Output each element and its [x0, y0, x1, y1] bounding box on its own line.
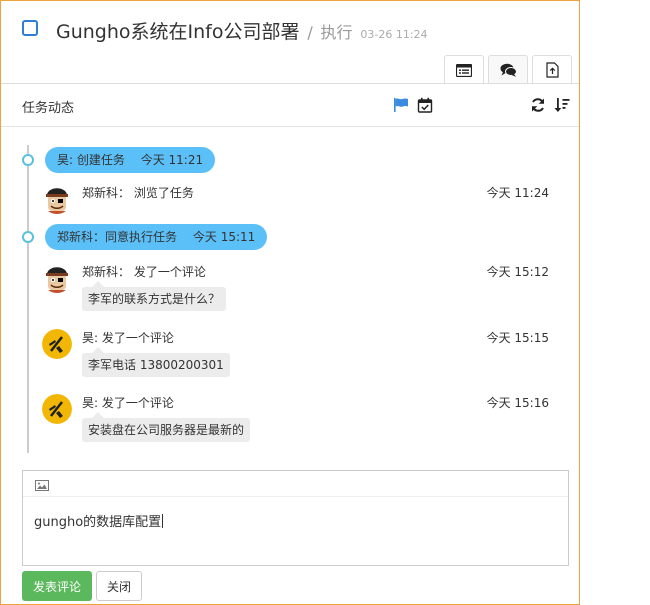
comment-input-text: gungho的数据库配置	[34, 515, 162, 530]
task-status: 执行	[320, 23, 353, 42]
image-icon[interactable]	[35, 480, 49, 491]
close-button[interactable]: 关闭	[96, 571, 142, 601]
activity-entry: 郑新科： 浏览了任务 今天 11:24	[42, 184, 552, 214]
tab-comments[interactable]	[488, 55, 528, 84]
text-caret	[162, 514, 164, 528]
task-title-row: Gungho系统在Info公司部署 / 执行 03-26 11:24	[56, 17, 428, 44]
activity-entry: 郑新科： 发了一个评论 今天 15:12 李军的联系方式是什么？	[42, 263, 552, 317]
task-header: Gungho系统在Info公司部署 / 执行 03-26 11:24	[1, 1, 579, 57]
event-time: 今天 11:21	[140, 153, 204, 167]
task-checkbox[interactable]	[22, 20, 38, 36]
entry-author-action: 昊: 发了一个评论	[82, 331, 174, 345]
sun-avatar[interactable]	[42, 394, 72, 424]
comment-bubble: 李军电话 13800200301	[82, 347, 230, 377]
timeline-node	[22, 154, 34, 166]
timeline-line	[27, 145, 29, 453]
flag-icon[interactable]	[393, 97, 409, 113]
activity-timeline: 昊: 创建任务 今天 11:21 郑新科： 浏览了任务 今天 11:24 郑新科…	[1, 127, 579, 457]
event-actor: 郑新科	[57, 230, 94, 244]
sort-icon[interactable]	[554, 97, 570, 113]
file-upload-icon	[545, 62, 559, 78]
post-comment-button[interactable]: 发表评论	[22, 571, 92, 601]
pirate-avatar[interactable]	[42, 263, 72, 293]
refresh-icon[interactable]	[530, 97, 546, 113]
event-action: 同意执行任务	[105, 230, 178, 244]
comment-bubble: 安装盘在公司服务器是最新的	[82, 412, 251, 442]
activity-entry: 昊: 发了一个评论 今天 15:15 李军电话 13800200301	[42, 329, 552, 383]
editor-toolbar	[23, 471, 568, 497]
tab-files[interactable]	[532, 55, 572, 84]
entry-time: 今天 15:16	[486, 396, 549, 410]
event-pill: 郑新科：同意执行任务 今天 15:11	[45, 224, 268, 250]
event-time: 今天 15:11	[192, 230, 256, 244]
task-title[interactable]: Gungho系统在Info公司部署	[56, 21, 300, 43]
task-panel: Gungho系统在Info公司部署 / 执行 03-26 11:24 任务动态 …	[0, 0, 580, 605]
activity-toolbar: 任务动态	[1, 83, 579, 127]
comment-bubble: 李军的联系方式是什么？	[82, 281, 227, 311]
entry-time: 今天 15:15	[486, 331, 549, 345]
event-pill: 昊: 创建任务 今天 11:21	[45, 147, 216, 173]
sun-avatar[interactable]	[42, 329, 72, 359]
comment-editor[interactable]: gungho的数据库配置	[22, 470, 569, 566]
comment-input[interactable]: gungho的数据库配置	[34, 511, 164, 530]
event-actor: 昊	[57, 153, 70, 167]
activity-entry: 昊: 发了一个评论 今天 15:16 安装盘在公司服务器是最新的	[42, 394, 552, 448]
entry-time: 今天 11:24	[486, 186, 549, 200]
list-icon	[456, 63, 472, 77]
title-separator: /	[307, 23, 313, 42]
timeline-node	[22, 231, 34, 243]
comments-icon	[500, 63, 517, 77]
tab-bar	[444, 55, 572, 84]
entry-author-action: 郑新科： 浏览了任务	[82, 186, 194, 200]
task-timestamp: 03-26 11:24	[360, 28, 428, 41]
calendar-check-icon[interactable]	[417, 97, 433, 113]
entry-time: 今天 15:12	[486, 265, 549, 279]
activity-title: 任务动态	[22, 101, 75, 116]
entry-author-action: 郑新科： 发了一个评论	[82, 265, 206, 279]
entry-author-action: 昊: 发了一个评论	[82, 396, 174, 410]
event-action: 创建任务	[76, 153, 125, 167]
tab-details[interactable]	[444, 55, 484, 84]
pirate-avatar[interactable]	[42, 184, 72, 214]
